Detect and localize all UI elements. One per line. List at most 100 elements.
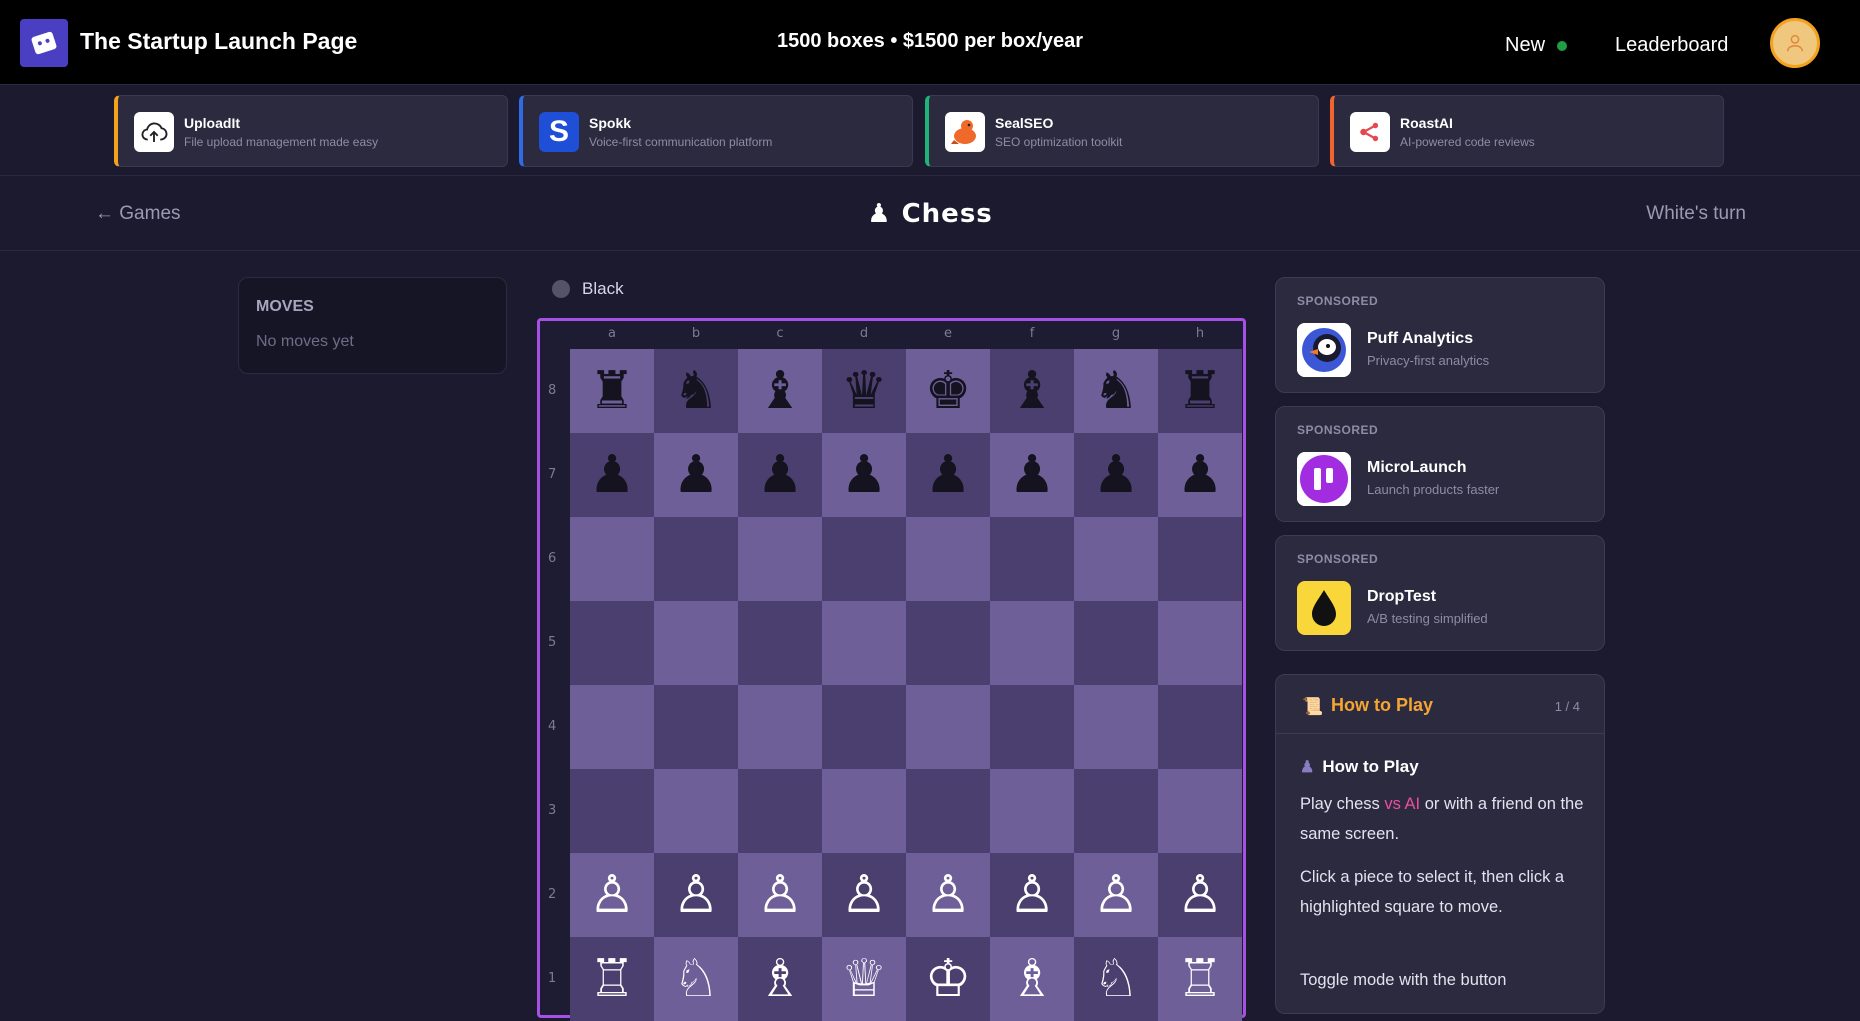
how-to-play-page-counter[interactable]: 1 / 4 [1555,699,1580,714]
square-f2[interactable]: ♙ [990,853,1074,937]
square-c1[interactable]: ♗ [738,937,822,1021]
white-piece-icon[interactable]: ♘ [673,953,720,1005]
brand-logo-icon[interactable] [20,19,68,67]
square-e3[interactable] [906,769,990,853]
square-e2[interactable]: ♙ [906,853,990,937]
square-f1[interactable]: ♗ [990,937,1074,1021]
black-piece-icon[interactable]: ♝ [757,365,804,417]
brand-title[interactable]: The Startup Launch Page [80,28,357,55]
square-g8[interactable]: ♞ [1074,349,1158,433]
black-piece-icon[interactable]: ♟ [589,449,636,501]
square-d1[interactable]: ♕ [822,937,906,1021]
black-piece-icon[interactable]: ♜ [589,365,636,417]
square-d2[interactable]: ♙ [822,853,906,937]
sponsored-card-droptest[interactable]: SPONSORED DropTest A/B testing simplifie… [1275,535,1605,651]
square-c3[interactable] [738,769,822,853]
square-b5[interactable] [654,601,738,685]
square-d7[interactable]: ♟ [822,433,906,517]
nav-leaderboard-link[interactable]: Leaderboard [1615,34,1728,57]
square-f6[interactable] [990,517,1074,601]
square-h6[interactable] [1158,517,1242,601]
black-piece-icon[interactable]: ♚ [925,365,972,417]
square-a2[interactable]: ♙ [570,853,654,937]
square-a6[interactable] [570,517,654,601]
square-g2[interactable]: ♙ [1074,853,1158,937]
black-piece-icon[interactable]: ♟ [925,449,972,501]
square-h5[interactable] [1158,601,1242,685]
square-g1[interactable]: ♘ [1074,937,1158,1021]
black-piece-icon[interactable]: ♟ [757,449,804,501]
white-piece-icon[interactable]: ♙ [925,869,972,921]
square-d4[interactable] [822,685,906,769]
square-g4[interactable] [1074,685,1158,769]
square-g3[interactable] [1074,769,1158,853]
square-b2[interactable]: ♙ [654,853,738,937]
square-d6[interactable] [822,517,906,601]
white-piece-icon[interactable]: ♖ [589,953,636,1005]
square-e6[interactable] [906,517,990,601]
square-h8[interactable]: ♜ [1158,349,1242,433]
ad-card-spokk[interactable]: S Spokk Voice-first communication platfo… [519,95,913,167]
white-piece-icon[interactable]: ♙ [589,869,636,921]
square-g7[interactable]: ♟ [1074,433,1158,517]
nav-new-link[interactable]: New [1505,34,1568,57]
square-a5[interactable] [570,601,654,685]
white-piece-icon[interactable]: ♔ [925,953,972,1005]
square-c7[interactable]: ♟ [738,433,822,517]
sponsored-card-puff[interactable]: SPONSORED Puff Analytics Privacy-first a… [1275,277,1605,393]
white-piece-icon[interactable]: ♖ [1177,953,1224,1005]
square-f7[interactable]: ♟ [990,433,1074,517]
square-e4[interactable] [906,685,990,769]
square-d5[interactable] [822,601,906,685]
black-piece-icon[interactable]: ♞ [673,365,720,417]
black-piece-icon[interactable]: ♟ [841,449,888,501]
white-piece-icon[interactable]: ♙ [1009,869,1056,921]
square-d8[interactable]: ♛ [822,349,906,433]
white-piece-icon[interactable]: ♙ [841,869,888,921]
white-piece-icon[interactable]: ♙ [1093,869,1140,921]
square-f8[interactable]: ♝ [990,349,1074,433]
black-piece-icon[interactable]: ♝ [1009,365,1056,417]
black-piece-icon[interactable]: ♟ [1177,449,1224,501]
square-b7[interactable]: ♟ [654,433,738,517]
square-h2[interactable]: ♙ [1158,853,1242,937]
white-piece-icon[interactable]: ♕ [841,953,888,1005]
square-a4[interactable] [570,685,654,769]
white-piece-icon[interactable]: ♙ [1177,869,1224,921]
square-e1[interactable]: ♔ [906,937,990,1021]
square-f5[interactable] [990,601,1074,685]
user-avatar[interactable] [1770,18,1820,68]
black-piece-icon[interactable]: ♟ [673,449,720,501]
square-c4[interactable] [738,685,822,769]
back-to-games-link[interactable]: ← Games [95,203,181,225]
square-b1[interactable]: ♘ [654,937,738,1021]
square-f3[interactable] [990,769,1074,853]
square-a3[interactable] [570,769,654,853]
square-b3[interactable] [654,769,738,853]
white-piece-icon[interactable]: ♙ [757,869,804,921]
square-e8[interactable]: ♚ [906,349,990,433]
chess-board[interactable]: ♜ ♞ ♝ ♛ ♚ ♝ ♞ ♜ ♟ ♟ ♟ ♟ ♟ ♟ ♟ ♟ ♙ ♙ ♙ ♙ ♙ ♙ ♙ ♙ ♖ ♘ ♗ ♕ ♔ ♗ ♘ ♖ [570,349,1242,1021]
ad-card-uploadit[interactable]: UploadIt File upload management made eas… [114,95,508,167]
square-b6[interactable] [654,517,738,601]
white-piece-icon[interactable]: ♗ [1009,953,1056,1005]
black-piece-icon[interactable]: ♟ [1093,449,1140,501]
sponsored-card-microlaunch[interactable]: SPONSORED MicroLaunch Launch products fa… [1275,406,1605,522]
black-piece-icon[interactable]: ♛ [841,365,888,417]
square-h4[interactable] [1158,685,1242,769]
square-c2[interactable]: ♙ [738,853,822,937]
white-piece-icon[interactable]: ♙ [673,869,720,921]
ad-card-roastai[interactable]: RoastAI AI-powered code reviews [1330,95,1724,167]
square-b8[interactable]: ♞ [654,349,738,433]
square-c8[interactable]: ♝ [738,349,822,433]
square-e5[interactable] [906,601,990,685]
square-a1[interactable]: ♖ [570,937,654,1021]
white-piece-icon[interactable]: ♘ [1093,953,1140,1005]
square-g5[interactable] [1074,601,1158,685]
square-f4[interactable] [990,685,1074,769]
white-piece-icon[interactable]: ♗ [757,953,804,1005]
square-h7[interactable]: ♟ [1158,433,1242,517]
square-e7[interactable]: ♟ [906,433,990,517]
square-a8[interactable]: ♜ [570,349,654,433]
square-g6[interactable] [1074,517,1158,601]
